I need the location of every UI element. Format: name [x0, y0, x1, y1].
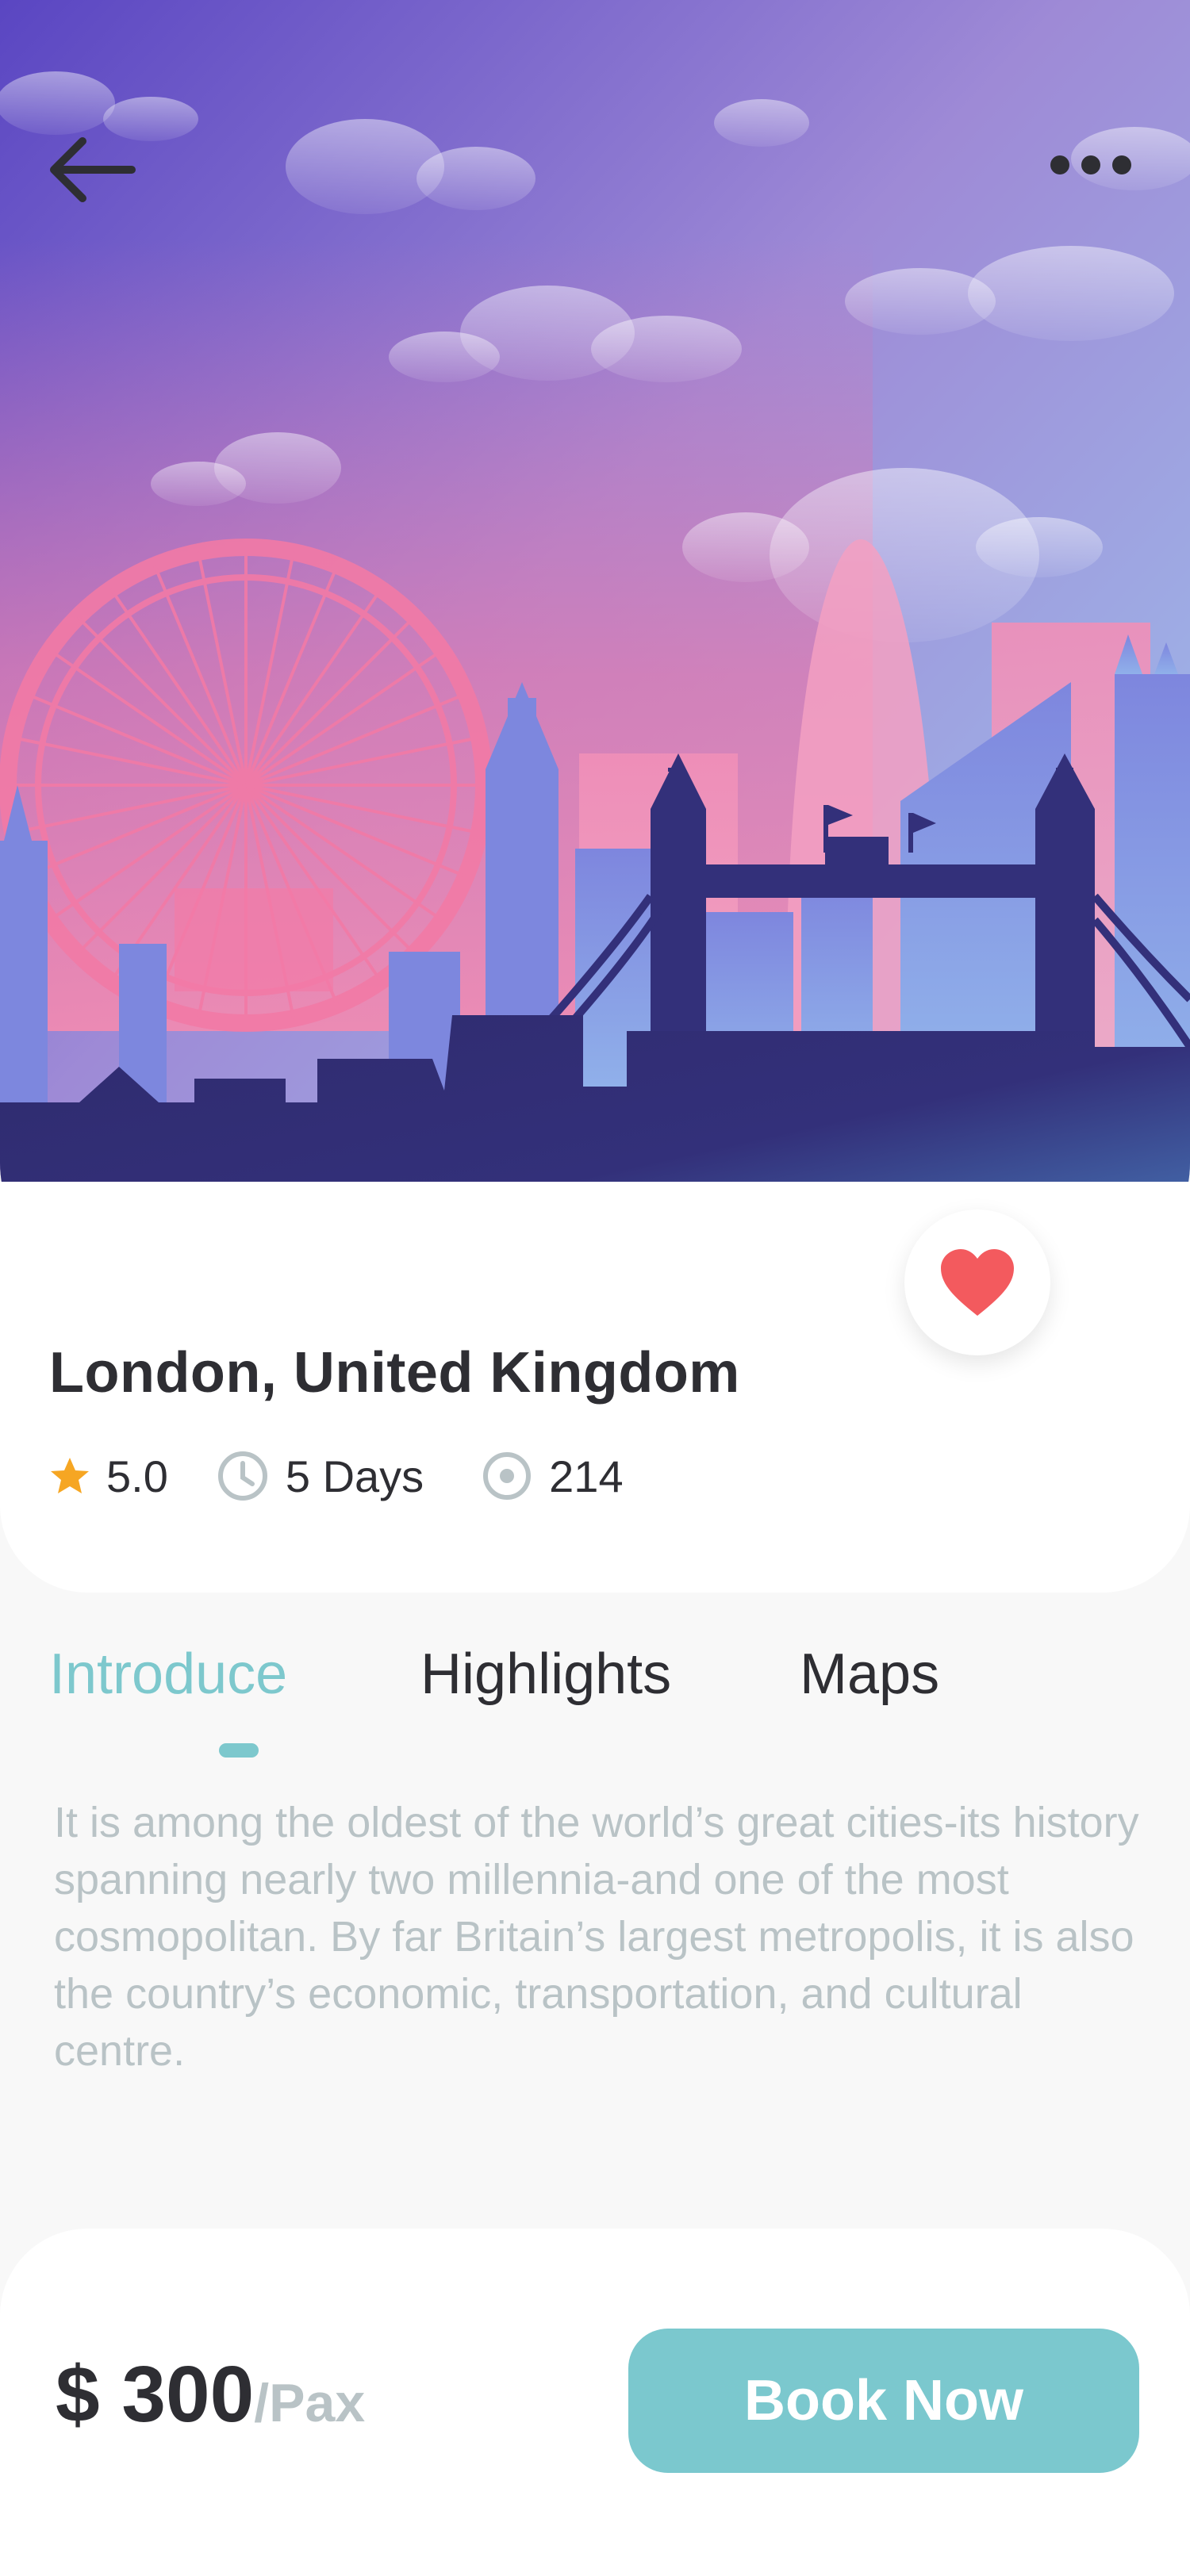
arrow-left-icon — [50, 137, 136, 202]
book-now-button[interactable]: Book Now — [628, 2329, 1139, 2473]
clock-icon — [217, 1451, 267, 1501]
tab-maps[interactable]: Maps — [800, 1642, 939, 1707]
london-skyline-illustration — [0, 0, 1190, 1282]
duration-value: 5 Days — [285, 1451, 424, 1501]
introduction-text: It is among the oldest of the world’s gr… — [54, 1799, 1139, 2075]
price-amount: $ 300 — [56, 2350, 255, 2439]
price-unit: /Pax — [254, 2373, 366, 2433]
rating: 5.0 — [49, 1451, 168, 1502]
target-icon — [483, 1452, 532, 1500]
duration: 5 Days — [216, 1449, 424, 1503]
rating-value: 5.0 — [106, 1451, 168, 1501]
tab-introduce[interactable]: Introduce — [49, 1642, 287, 1707]
back-button[interactable] — [43, 127, 146, 214]
place-title: London, United Kingdom — [49, 1341, 740, 1405]
place-meta: 5.0 5 Days 214 — [49, 1448, 624, 1504]
more-horizontal-icon — [1050, 155, 1131, 174]
price: $ 300/Pax — [56, 2349, 365, 2440]
favorite-button[interactable] — [904, 1209, 1050, 1355]
views: 214 — [481, 1450, 624, 1502]
active-tab-indicator — [219, 1743, 259, 1758]
more-options-button[interactable] — [1031, 139, 1150, 194]
heart-icon — [941, 1249, 1014, 1316]
views-value: 214 — [549, 1451, 624, 1501]
hero-image — [0, 0, 1190, 1282]
star-icon — [51, 1458, 89, 1493]
tab-highlights[interactable]: Highlights — [420, 1642, 671, 1707]
